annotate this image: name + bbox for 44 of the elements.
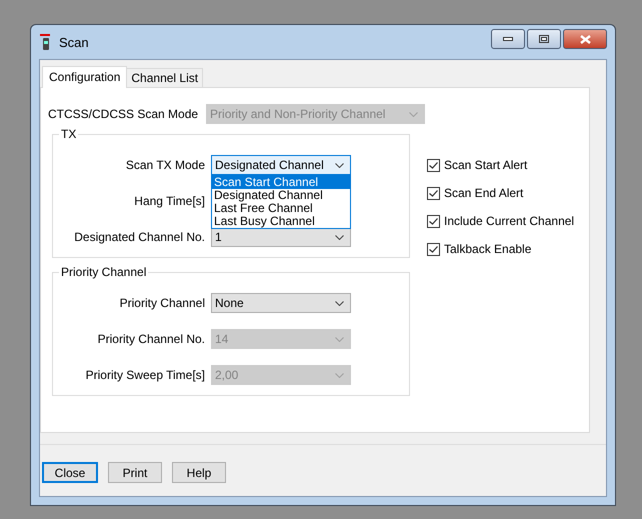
checkbox[interactable] — [427, 242, 440, 256]
checkbox-label: Scan Start Alert — [444, 158, 528, 172]
dropdown-field[interactable]: 1 — [211, 227, 351, 247]
window-title: Scan — [59, 34, 90, 50]
field-label: CTCSS/CDCSS Scan Mode — [48, 107, 198, 121]
tab[interactable]: Channel List — [126, 68, 204, 88]
dialog-button[interactable]: Print — [108, 462, 162, 483]
chevron-icon — [335, 372, 344, 378]
close-icon — [580, 34, 590, 44]
chevron-icon — [335, 162, 344, 168]
checkbox[interactable] — [427, 158, 440, 172]
group-title: Priority Channel — [59, 265, 148, 279]
dropdown-field[interactable]: None — [211, 293, 351, 313]
chevron-icon — [335, 300, 344, 306]
dialog-button[interactable]: Close — [42, 462, 98, 483]
tab[interactable]: Configuration — [42, 66, 128, 88]
minimize-icon — [503, 37, 513, 41]
close-button[interactable] — [563, 29, 607, 49]
field-label: Priority Channel — [118, 296, 205, 310]
minimize-button[interactable] — [491, 29, 525, 49]
checkbox-label: Scan End Alert — [444, 186, 524, 200]
maximize-icon — [539, 35, 549, 43]
chevron-icon — [335, 234, 344, 240]
field-label: Scan TX Mode — [124, 158, 205, 172]
field-label: Priority Sweep Time[s] — [84, 368, 205, 382]
dialog-button[interactable]: Help — [172, 462, 226, 483]
check-icon — [429, 162, 438, 168]
chevron-icon — [335, 336, 344, 342]
checkbox-label: Include Current Channel — [444, 214, 574, 228]
field-label: Designated Channel No. — [73, 230, 205, 244]
checkbox-label: Talkback Enable — [444, 242, 532, 256]
checkbox[interactable] — [427, 214, 440, 228]
group-title: TX — [59, 127, 78, 141]
field-label: Priority Channel No. — [96, 332, 205, 346]
dropdown-field[interactable]: Designated Channel — [211, 155, 351, 175]
dropdown-option[interactable]: Scan Start Channel — [212, 176, 350, 189]
check-icon — [429, 218, 438, 224]
checkbox[interactable] — [427, 186, 440, 200]
field-label: Hang Time[s] — [133, 194, 205, 208]
check-icon — [429, 246, 438, 252]
radio-icon — [39, 33, 53, 51]
check-icon — [429, 190, 438, 196]
chevron-icon — [409, 112, 418, 116]
maximize-button[interactable] — [527, 29, 561, 49]
